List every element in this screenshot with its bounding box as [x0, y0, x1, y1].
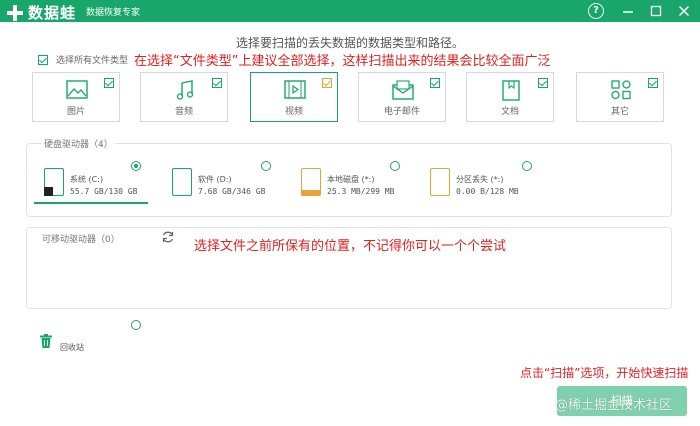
- file-type-checkbox[interactable]: [104, 78, 114, 88]
- help-icon[interactable]: ?: [588, 3, 604, 19]
- file-type-label: 其它: [610, 107, 629, 117]
- music-icon: [176, 80, 194, 100]
- close-icon[interactable]: [676, 3, 692, 19]
- file-type-card-email[interactable]: 电子邮件: [358, 72, 446, 122]
- app-logo: 数据蛙: [6, 2, 76, 23]
- page-title: 选择要扫描的丢失数据的数据类型和路径。: [235, 36, 464, 50]
- watermark: @稀土掘金技术社区: [555, 398, 673, 413]
- annotation-type-hint: 在选择“文件类型”上建议全部选择，这样扫描出来的结果会比较全面广泛: [134, 54, 551, 69]
- drive-size: 25.3 MB/299 MB: [327, 187, 395, 196]
- drive-radio-local[interactable]: [390, 161, 400, 171]
- maximize-icon[interactable]: [648, 3, 664, 19]
- checkbox-icon[interactable]: [38, 54, 48, 65]
- file-type-label: 音频: [174, 107, 193, 117]
- minimize-icon[interactable]: [620, 3, 636, 19]
- file-type-card-other[interactable]: 其它: [576, 72, 664, 122]
- recycle-bin-label: 回收站: [60, 343, 84, 352]
- drive-name: 分区丢失 (*:): [456, 175, 504, 184]
- drive-radio-c[interactable]: [131, 161, 141, 171]
- email-icon: [392, 80, 414, 100]
- file-type-card-audio[interactable]: 音频: [140, 72, 228, 122]
- selected-drive-indicator: [34, 202, 148, 204]
- drive-icon: [172, 168, 192, 196]
- drive-radio-d[interactable]: [261, 161, 271, 171]
- file-type-label: 视频: [284, 107, 303, 117]
- file-type-card-video[interactable]: 视频: [250, 72, 338, 122]
- file-type-label: 文档: [500, 107, 519, 117]
- drive-size: 55.7 GB/130 GB: [70, 187, 138, 196]
- image-icon: [66, 80, 88, 99]
- file-type-checkbox[interactable]: [322, 78, 332, 88]
- drive-icon: [430, 168, 450, 196]
- drive-size: 0.00 B/128 MB: [456, 187, 519, 196]
- trash-icon[interactable]: [40, 334, 52, 348]
- drive-name: 本地磁盘 (*:): [327, 175, 375, 184]
- title-bar: 数据蛙 数据恢复专家 ?: [0, 0, 700, 22]
- drive-radio-lost[interactable]: [522, 161, 532, 171]
- drive-name: 软件 (D:): [198, 175, 232, 184]
- annotation-scan-hint: 点击“扫描”选项，开始快速扫描: [520, 366, 689, 380]
- file-type-checkbox[interactable]: [212, 78, 222, 88]
- file-type-checkbox[interactable]: [648, 78, 658, 88]
- select-all-label: 选择所有文件类型: [56, 56, 129, 66]
- logo-icon: [7, 4, 23, 21]
- file-type-card-document[interactable]: 文档: [466, 72, 554, 122]
- app-subtitle: 数据恢复专家: [86, 8, 141, 18]
- refresh-icon[interactable]: [161, 230, 175, 244]
- hard-drives-title: 硬盘驱动器（4）: [42, 137, 115, 150]
- drive-icon: [301, 168, 321, 196]
- recycle-bin-radio[interactable]: [131, 320, 141, 330]
- other-icon: [611, 80, 631, 100]
- select-all-checkbox[interactable]: 选择所有文件类型: [38, 53, 128, 66]
- file-type-card-image[interactable]: 图片: [32, 72, 120, 122]
- video-icon: [284, 80, 306, 99]
- drive-size: 7.68 GB/346 GB: [198, 187, 266, 196]
- app-name: 数据蛙: [28, 4, 77, 22]
- removable-drives-title: 可移动驱动器（0）: [42, 235, 120, 245]
- annotation-location-hint: 选择文件之前所保有的位置，不记得你可以一个个尝试: [194, 239, 507, 254]
- file-type-checkbox[interactable]: [538, 78, 548, 88]
- drive-name: 系统 (C:): [70, 175, 104, 184]
- document-icon: [502, 80, 520, 101]
- file-type-checkbox[interactable]: [430, 78, 440, 88]
- windows-drive-icon: [44, 168, 64, 196]
- file-type-label: 图片: [66, 107, 85, 117]
- file-type-label: 电子邮件: [383, 107, 420, 117]
